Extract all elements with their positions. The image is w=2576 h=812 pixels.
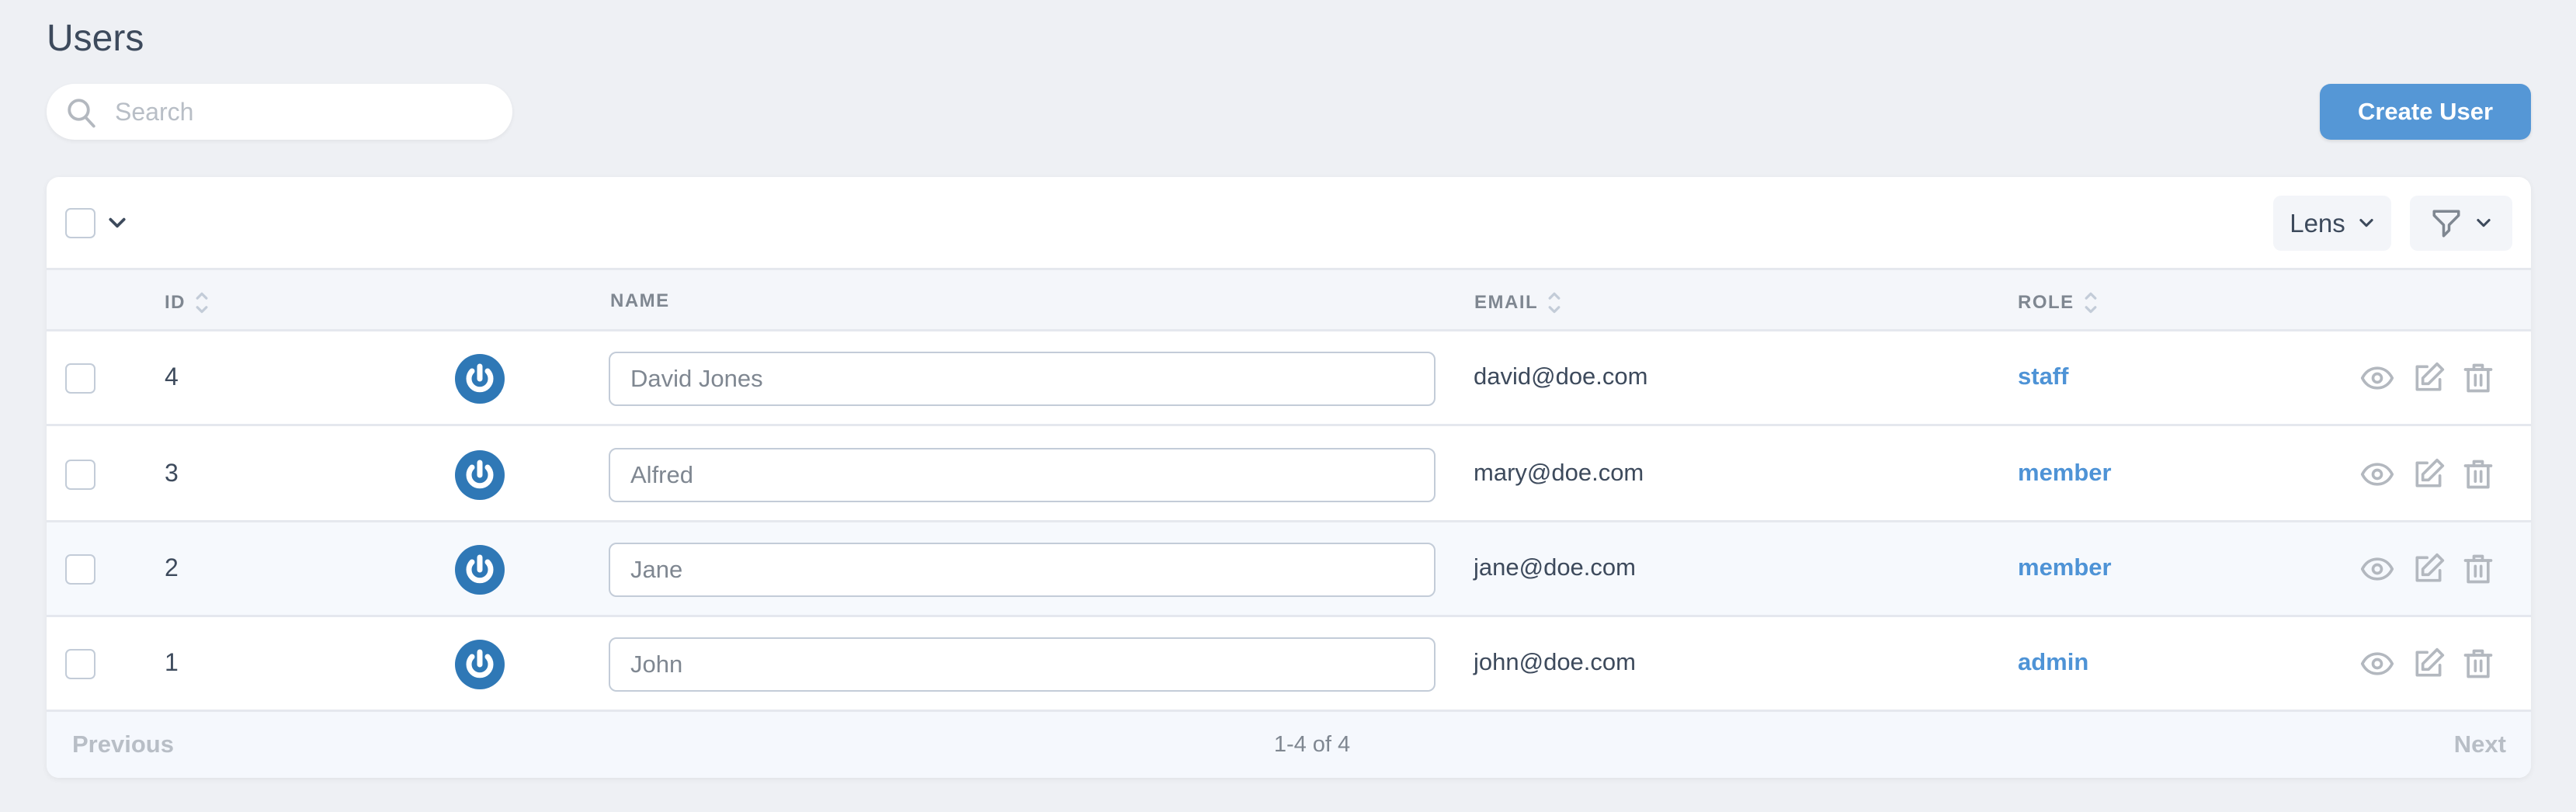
avatar (455, 354, 505, 404)
user-role-link[interactable]: staff (2018, 363, 2068, 390)
sort-icon (2085, 292, 2097, 314)
user-id: 1 (165, 648, 179, 676)
search-bar[interactable] (47, 84, 512, 140)
user-id: 2 (165, 553, 179, 581)
row-checkbox[interactable] (65, 554, 95, 585)
create-user-button[interactable]: Create User (2320, 84, 2531, 140)
table-row[interactable]: 4 david@doe.com staff (47, 331, 2531, 426)
edit-icon[interactable] (2411, 647, 2446, 681)
filter-icon (2432, 210, 2460, 237)
name-field[interactable] (609, 543, 1436, 597)
user-role-link[interactable]: member (2018, 553, 2112, 581)
delete-icon[interactable] (2461, 457, 2495, 491)
table-row[interactable]: 3 mary@doe.com member (47, 428, 2531, 522)
next-page-button[interactable]: Next (2454, 730, 2506, 758)
row-checkbox[interactable] (65, 363, 95, 394)
user-email: david@doe.com (1474, 363, 1648, 390)
column-label: ROLE (2018, 292, 2074, 313)
select-all-checkbox[interactable] (65, 208, 95, 238)
column-label: EMAIL (1474, 292, 1539, 313)
avatar (455, 545, 505, 595)
filter-dropdown[interactable] (2410, 196, 2512, 251)
chevron-down-icon (2359, 218, 2373, 227)
search-icon (68, 99, 95, 128)
chevron-down-icon[interactable] (107, 214, 127, 231)
column-label: ID (165, 292, 186, 313)
column-label: NAME (610, 290, 670, 311)
user-id: 4 (165, 363, 179, 390)
edit-icon[interactable] (2411, 361, 2446, 395)
pagination: Previous 1-4 of 4 Next (47, 712, 2531, 778)
table-row[interactable]: 1 john@doe.com admin (47, 617, 2531, 712)
name-field[interactable] (609, 637, 1436, 692)
user-role-link[interactable]: member (2018, 459, 2112, 487)
delete-icon[interactable] (2461, 361, 2495, 395)
pagination-range: 1-4 of 4 (1273, 732, 1351, 757)
table-row[interactable]: 2 jane@doe.com member (47, 522, 2531, 617)
column-header-email[interactable]: EMAIL (1474, 290, 1561, 315)
sort-icon (196, 292, 208, 314)
user-email: jane@doe.com (1474, 553, 1636, 581)
user-role-link[interactable]: admin (2018, 648, 2088, 676)
column-header-name: NAME (610, 290, 670, 312)
table-toolbar: Lens (47, 177, 2531, 270)
lens-dropdown[interactable]: Lens (2273, 196, 2391, 251)
sort-icon (1548, 292, 1561, 314)
avatar (455, 450, 505, 500)
avatar (455, 640, 505, 689)
edit-icon[interactable] (2411, 552, 2446, 586)
table-header: ID NAME EMAIL ROLE (47, 270, 2531, 331)
users-table-card: Lens ID NAME EMAIL ROLE 4 David Jones da… (47, 177, 2531, 778)
edit-icon[interactable] (2411, 457, 2446, 491)
delete-icon[interactable] (2461, 552, 2495, 586)
column-header-role[interactable]: ROLE (2018, 290, 2098, 315)
row-checkbox[interactable] (65, 460, 95, 490)
column-header-id[interactable]: ID (165, 290, 209, 315)
delete-icon[interactable] (2461, 647, 2495, 681)
search-input[interactable] (115, 84, 488, 140)
page-title: Users (47, 18, 144, 59)
user-id: 3 (165, 459, 179, 487)
row-checkbox[interactable] (65, 649, 95, 679)
view-icon[interactable] (2360, 552, 2394, 586)
view-icon[interactable] (2360, 647, 2394, 681)
name-field[interactable] (609, 448, 1436, 502)
lens-label: Lens (2290, 208, 2345, 238)
user-email: john@doe.com (1474, 648, 1636, 675)
view-icon[interactable] (2360, 361, 2394, 395)
user-email: mary@doe.com (1474, 459, 1644, 486)
view-icon[interactable] (2360, 457, 2394, 491)
chevron-down-icon (2477, 218, 2491, 227)
name-field[interactable] (609, 352, 1436, 406)
